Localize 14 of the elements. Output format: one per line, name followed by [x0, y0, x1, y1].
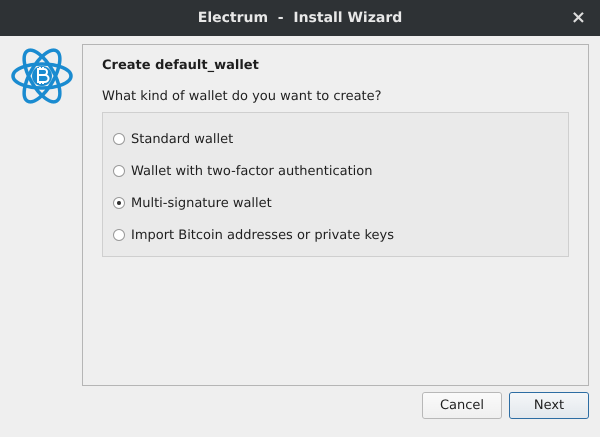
radio-button[interactable]	[113, 165, 125, 177]
option-label[interactable]: Multi-signature wallet	[131, 196, 272, 210]
option-label[interactable]: Wallet with two-factor authentication	[131, 164, 372, 178]
close-button[interactable]: ×	[566, 8, 590, 28]
question-label: What kind of wallet do you want to create?	[102, 89, 383, 104]
cancel-button[interactable]: Cancel	[422, 392, 502, 419]
radio-button[interactable]	[113, 197, 125, 209]
radio-button[interactable]	[113, 133, 125, 145]
option-label[interactable]: Import Bitcoin addresses or private keys	[131, 228, 394, 242]
radio-button[interactable]	[113, 229, 125, 241]
option-label[interactable]: Standard wallet	[131, 132, 234, 146]
window-title: Electrum - Install Wizard	[198, 10, 402, 26]
next-button[interactable]: Next	[509, 392, 589, 419]
page-heading: Create default_wallet	[102, 58, 260, 73]
